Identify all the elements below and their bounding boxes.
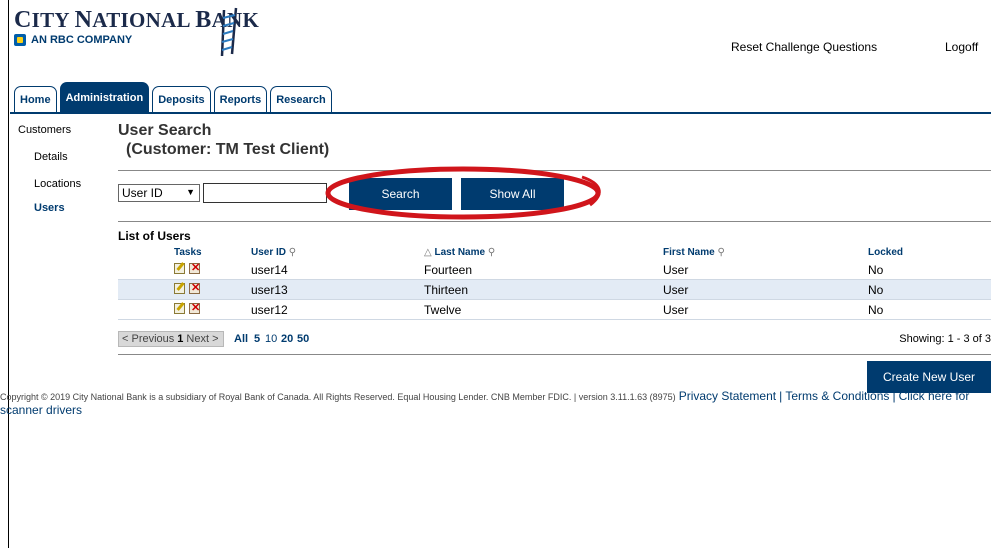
col-user-id[interactable]: User ID ⚲ [251,247,296,258]
tab-deposits[interactable]: Deposits [152,86,211,112]
page-size-10[interactable]: 10 [265,333,277,345]
next-page-link[interactable]: Next > [186,333,218,345]
delete-icon[interactable] [189,261,200,274]
page-size-20[interactable]: 20 [281,333,293,345]
search-input[interactable] [203,183,327,203]
search-button[interactable]: Search [349,178,452,210]
users-table: Tasks User ID ⚲ △ Last Name ⚲ First Name… [118,244,991,320]
page-size-50[interactable]: 50 [297,333,309,345]
search-icon: ⚲ [717,247,725,258]
current-page: 1 [177,333,184,345]
footer-separator: | [779,389,783,403]
logo-subtitle-text: AN RBC COMPANY [31,34,133,46]
pagination: < Previous 1 Next > All 5 10 20 50 Showi… [118,331,991,347]
page-size-5[interactable]: 5 [254,333,260,345]
nav-customers[interactable]: Customers [18,124,71,136]
table-header-row: Tasks User ID ⚲ △ Last Name ⚲ First Name… [118,244,991,260]
edit-icon[interactable] [174,303,185,314]
footer-separator: | [892,389,896,403]
cell-user-id: user14 [251,263,288,277]
task-icons [174,261,200,274]
cell-first-name: User [663,303,689,317]
table-row: user12 Twelve User No [118,300,991,320]
cell-first-name: User [663,263,689,277]
page-title: User Search [118,122,212,139]
show-all-button[interactable]: Show All [461,178,564,210]
task-icons [174,301,200,314]
cell-last-name: Fourteen [424,263,473,277]
showing-count: Showing: 1 - 3 of 3 [899,333,991,345]
rbc-shield-icon [14,34,26,46]
tab-reports[interactable]: Reports [213,86,268,112]
cell-user-id: user12 [251,303,288,317]
nav-details[interactable]: Details [34,151,68,163]
page-subtitle: (Customer: TM Test Client) [126,141,330,158]
col-first-name[interactable]: First Name ⚲ [663,247,725,258]
cnb-ladder-icon [220,7,238,57]
col-tasks: Tasks [174,247,202,258]
cell-last-name: Thirteen [424,283,469,297]
terms-conditions-link[interactable]: Terms & Conditions [785,389,889,403]
col-locked: Locked [868,247,904,258]
search-field-selected-value: User ID [122,186,163,200]
cell-first-name: User [663,283,689,297]
delete-icon[interactable] [189,281,200,294]
col-first-name-label: First Name [663,247,715,258]
nav-users[interactable]: Users [34,202,65,214]
chevron-down-icon: ▼ [186,187,195,197]
page-size-all[interactable]: All [234,333,248,345]
tab-administration[interactable]: Administration [59,82,150,112]
edit-icon[interactable] [174,283,185,294]
nav-locations[interactable]: Locations [34,178,81,190]
copyright-text: Copyright © 2019 City National Bank is a… [0,392,676,402]
col-last-name[interactable]: △ Last Name ⚲ [424,247,495,258]
privacy-statement-link[interactable]: Privacy Statement [679,389,776,403]
main-tabs: Home Administration Deposits Reports Res… [14,82,335,112]
title-divider [118,170,991,171]
cell-locked: No [868,283,884,297]
search-field-select[interactable]: User ID ▼ [118,184,200,202]
col-user-id-label: User ID [251,247,287,258]
task-icons [174,281,200,294]
edit-icon[interactable] [174,263,185,274]
logoff-link[interactable]: Logoff [945,40,978,54]
header-links: Reset Challenge Questions Logoff [731,40,991,56]
table-row: user13 Thirteen User No [118,280,991,300]
delete-icon[interactable] [189,301,200,314]
cell-locked: No [868,303,884,317]
cell-last-name: Twelve [424,303,462,317]
tab-underline [10,112,991,114]
tab-home[interactable]: Home [14,86,57,112]
sort-ascending-icon: △ [424,247,432,258]
table-row: user14 Fourteen User No [118,260,991,280]
list-divider [118,354,991,355]
cell-user-id: user13 [251,283,288,297]
footer: Copyright © 2019 City National Bank is a… [0,390,991,418]
reset-challenge-questions-link[interactable]: Reset Challenge Questions [731,40,877,54]
col-last-name-label: Last Name [434,247,486,258]
cell-locked: No [868,263,884,277]
previous-page-link[interactable]: < Previous [122,333,174,345]
search-icon: ⚲ [288,247,297,258]
tab-research[interactable]: Research [270,86,332,112]
search-icon: ⚲ [487,247,496,258]
search-divider [118,221,991,222]
pager-nav: < Previous 1 Next > [118,331,224,347]
list-title: List of Users [118,229,191,243]
window-left-border [8,0,9,548]
